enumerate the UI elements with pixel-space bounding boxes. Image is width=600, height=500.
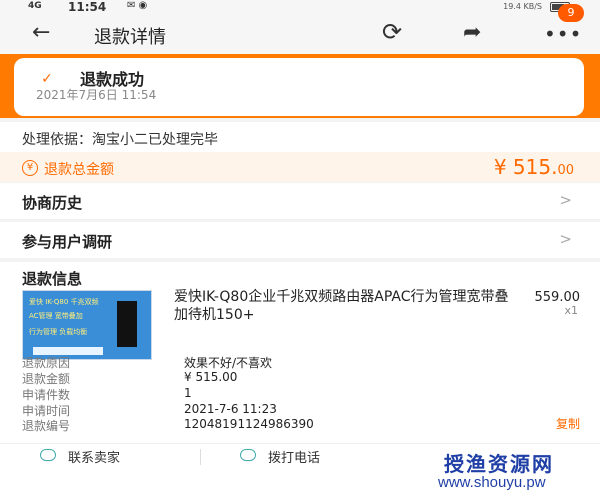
negotiation-history-label: 协商历史 bbox=[22, 194, 83, 212]
refresh-icon[interactable]: ⟳ bbox=[382, 18, 402, 46]
chevron-right-icon: > bbox=[559, 191, 572, 209]
processing-basis-text: 处理依据：淘宝小二已处理完毕 bbox=[22, 132, 218, 148]
field-label: 退款原因 bbox=[22, 356, 71, 370]
field-value: 1 bbox=[184, 386, 192, 400]
negotiation-history-row[interactable]: 协商历史 > bbox=[0, 183, 600, 219]
refund-total-decimal: 00 bbox=[557, 163, 574, 178]
field-label: 申请件数 bbox=[22, 388, 71, 402]
product-thumbnail[interactable]: 爱快 IK-Q80 千兆双频 AC管理 宽带叠加 行为管理 负载均衡 bbox=[22, 290, 152, 360]
watermark-en: www.shouyu.pw bbox=[438, 474, 546, 491]
divider bbox=[200, 449, 201, 465]
field-value: 效果不好/不喜欢 bbox=[184, 356, 273, 370]
chat-icon bbox=[40, 449, 56, 461]
notification-badge: 9 bbox=[558, 4, 584, 22]
copy-button[interactable]: 复制 bbox=[556, 415, 580, 432]
clock: 11:54 bbox=[68, 0, 107, 14]
processing-basis: 处理依据：淘宝小二已处理完毕 bbox=[0, 122, 600, 152]
nav-bar: ← 退款详情 ⟳ ➦ ••• 9 bbox=[0, 4, 600, 54]
field-value: 2021-7-6 11:23 bbox=[184, 402, 277, 416]
refund-total-label: 退款总金额 bbox=[44, 162, 114, 178]
chevron-right-icon: > bbox=[559, 230, 572, 248]
yen-coin-icon: ¥ bbox=[22, 160, 38, 176]
contact-seller-button[interactable]: 联系卖家 bbox=[68, 447, 120, 466]
refund-total-value: ¥ 515.00 bbox=[494, 155, 574, 179]
product-name[interactable]: 爱快IK-Q80企业千兆双频路由器APAC行为管理宽带叠加待机150+ bbox=[174, 288, 510, 324]
refund-number: 1204819112498639​0 bbox=[184, 417, 314, 431]
refund-total-row: ¥ 退款总金额 ¥ 515.00 bbox=[0, 152, 600, 182]
thumb-text: 行为管理 负载均衡 bbox=[29, 328, 88, 336]
watermark: 授渔资源网 www.shouyu.pw bbox=[400, 446, 600, 500]
field-label: 退款金额 bbox=[22, 372, 71, 386]
back-arrow-icon[interactable]: ← bbox=[32, 20, 50, 45]
user-survey-label: 参与用户调研 bbox=[22, 233, 113, 251]
refund-status-time: 2021年7月6日 11:54 bbox=[36, 88, 157, 102]
field-label: 退款编号 bbox=[22, 419, 71, 433]
product-quantity: x1 bbox=[564, 304, 578, 317]
thumb-text: AC管理 宽带叠加 bbox=[29, 312, 83, 320]
network-speed: 19.4 KB/S bbox=[503, 2, 542, 11]
product-price: 559.00 bbox=[534, 290, 581, 305]
signal-indicator: 4G bbox=[28, 1, 42, 11]
refund-total-integer: ¥ 515. bbox=[493, 155, 558, 179]
call-button[interactable]: 拨打电话 bbox=[268, 447, 320, 466]
thumb-text: 爱快 IK-Q80 千兆双频 bbox=[29, 298, 99, 306]
more-icon[interactable]: ••• bbox=[544, 22, 582, 46]
user-survey-row[interactable]: 参与用户调研 > bbox=[0, 222, 600, 258]
notification-icons: ✉ ◉ bbox=[127, 0, 148, 11]
router-image bbox=[117, 301, 137, 347]
field-value: ¥ 515.00 bbox=[184, 370, 238, 384]
share-icon[interactable]: ➦ bbox=[463, 20, 481, 45]
page-title: 退款详情 bbox=[94, 27, 166, 48]
phone-icon bbox=[240, 449, 256, 461]
refund-info-title: 退款信息 bbox=[22, 270, 83, 288]
watermark-cn: 授渔资源网 bbox=[444, 452, 554, 476]
status-bar: 4G 11:54 ✉ ◉ 19.4 KB/S bbox=[0, 0, 600, 14]
refund-status-card: ✓ 退款成功 2021年7月6日 11:54 bbox=[14, 58, 584, 116]
